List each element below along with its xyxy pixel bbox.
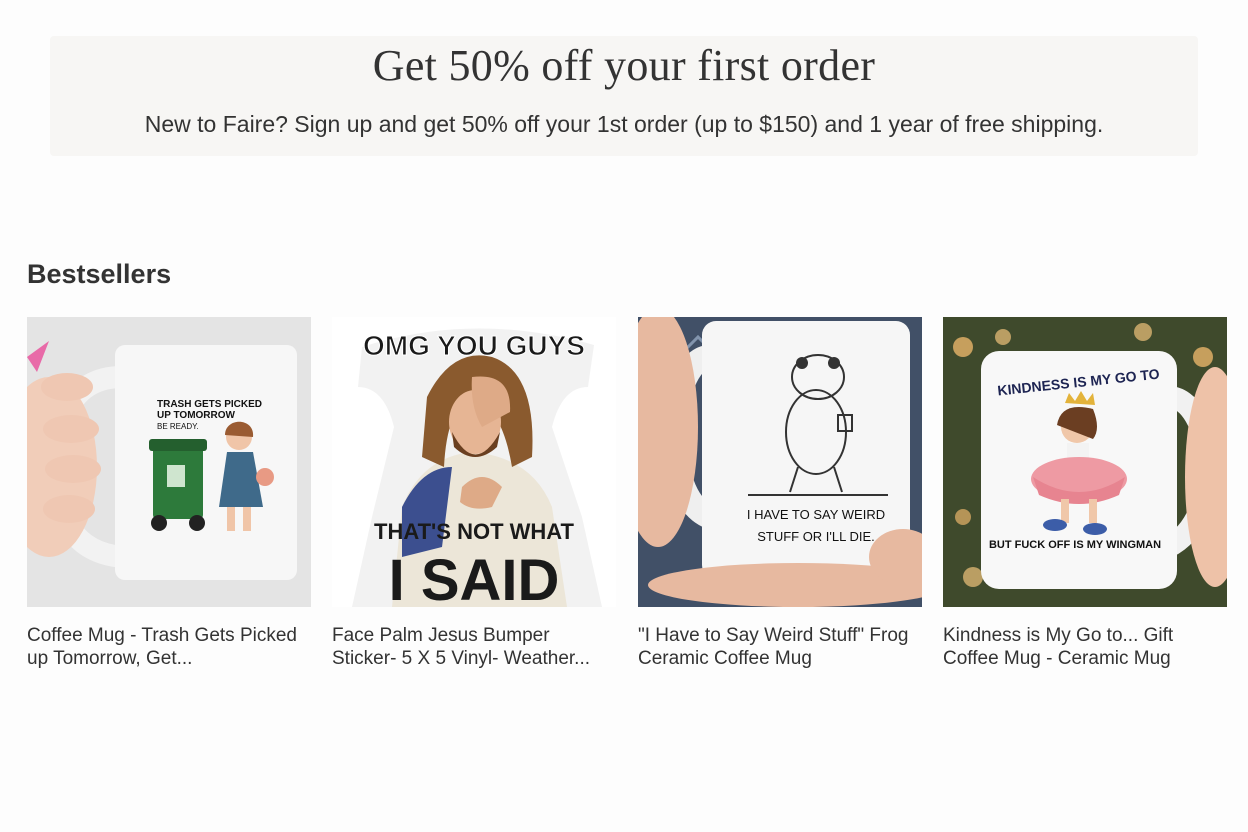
mug-text-bottom: BUT FUCK OFF IS MY WINGMAN: [989, 539, 1161, 551]
product-image[interactable]: KINDNESS IS MY GO TO BUT FUCK OFF IS MY …: [943, 317, 1227, 607]
promo-subtitle: New to Faire? Sign up and get 50% off yo…: [144, 111, 1104, 137]
sticker-text-middle: THAT'S NOT WHAT: [374, 519, 574, 544]
sticker-text-top: OMG YOU GUYS: [363, 330, 585, 361]
product-name[interactable]: "I Have to Say Weird Stuff" Frog Ceramic…: [638, 624, 922, 670]
promo-title: Get 50% off your first order: [372, 41, 876, 90]
product-image[interactable]: I HAVE TO SAY WEIRD STUFF OR I'LL DIE.: [638, 317, 922, 607]
mug-text-line1: TRASH GETS PICKED: [157, 399, 262, 410]
product-card[interactable]: I HAVE TO SAY WEIRD STUFF OR I'LL DIE. "…: [638, 317, 922, 670]
product-card[interactable]: TRASH GETS PICKED UP TOMORROW BE READY. …: [27, 317, 311, 670]
product-card[interactable]: OMG YOU GUYS THAT'S NOT WHAT I SAID Face…: [332, 317, 616, 670]
product-image[interactable]: TRASH GETS PICKED UP TOMORROW BE READY.: [27, 317, 311, 607]
mug-text-line2: UP TOMORROW: [157, 410, 236, 421]
mug-text-line1: I HAVE TO SAY WEIRD: [747, 507, 885, 522]
product-name[interactable]: Face Palm Jesus Bumper Sticker- 5 X 5 Vi…: [332, 624, 616, 670]
product-name[interactable]: Kindness is My Go to... Gift Coffee Mug …: [943, 624, 1227, 670]
mug-text-line2: STUFF OR I'LL DIE.: [757, 529, 875, 544]
sticker-text-bottom: I SAID: [389, 548, 560, 607]
bestsellers-heading: Bestsellers: [27, 259, 172, 289]
product-name[interactable]: Coffee Mug - Trash Gets Picked up Tomorr…: [27, 624, 311, 670]
mug-text-line3: BE READY.: [157, 422, 199, 431]
product-card[interactable]: KINDNESS IS MY GO TO BUT FUCK OFF IS MY …: [943, 317, 1227, 670]
product-image[interactable]: OMG YOU GUYS THAT'S NOT WHAT I SAID: [332, 317, 616, 607]
